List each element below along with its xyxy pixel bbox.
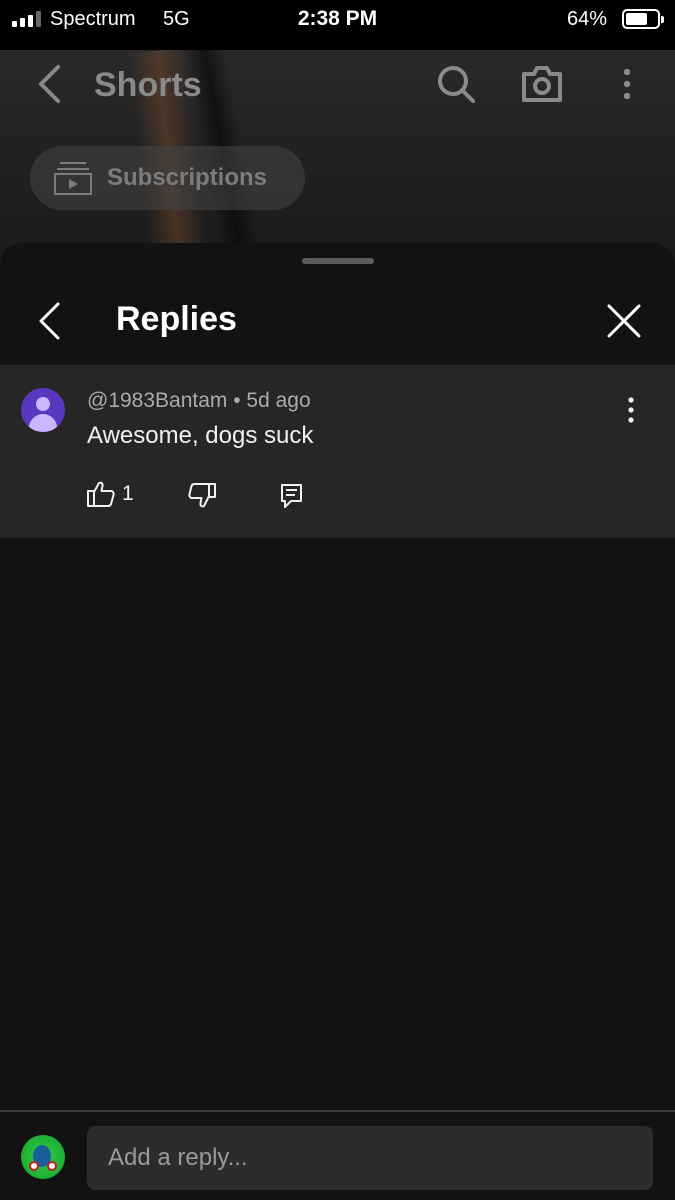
thumbs-up-icon[interactable]: [86, 479, 116, 509]
comment-text: Awesome, dogs suck: [87, 422, 314, 449]
battery-percent: 64%: [567, 8, 608, 30]
avatar[interactable]: [21, 388, 65, 432]
subscriptions-chip[interactable]: Subscriptions: [30, 146, 305, 210]
chevron-left-icon[interactable]: [32, 64, 68, 104]
comment-item: @1983Bantam • 5d ago Awesome, dogs suck …: [0, 365, 675, 538]
reply-icon[interactable]: [279, 481, 305, 511]
reply-input[interactable]: [87, 1126, 653, 1190]
subscriptions-label: Subscriptions: [107, 164, 268, 191]
more-vertical-icon[interactable]: [618, 395, 644, 425]
chevron-left-icon[interactable]: [34, 301, 66, 341]
avatar: [21, 1135, 65, 1179]
more-vertical-icon[interactable]: [612, 64, 642, 104]
replies-sheet: Replies @1983Bantam • 5d ago Awesome, do…: [0, 243, 675, 1200]
close-icon[interactable]: [604, 301, 644, 341]
comment-author-and-age: @1983Bantam • 5d ago: [87, 389, 311, 412]
shorts-top-bar: Shorts: [0, 50, 675, 120]
search-icon[interactable]: [436, 64, 476, 104]
camera-icon[interactable]: [521, 64, 563, 104]
thumbs-down-icon[interactable]: [187, 481, 217, 511]
battery-icon: [622, 9, 664, 29]
sheet-drag-handle[interactable]: [302, 258, 374, 264]
sheet-title: Replies: [116, 300, 237, 338]
status-bar: Spectrum 5G 2:38 PM 64%: [0, 0, 675, 50]
reply-composer-bar: [0, 1110, 675, 1200]
like-count: 1: [122, 482, 134, 505]
youtube-shorts-replies-screen: Spectrum 5G 2:38 PM 64% Subscriptions Sh…: [0, 0, 675, 1200]
shorts-title: Shorts: [94, 66, 202, 104]
subscriptions-icon: [54, 160, 92, 196]
